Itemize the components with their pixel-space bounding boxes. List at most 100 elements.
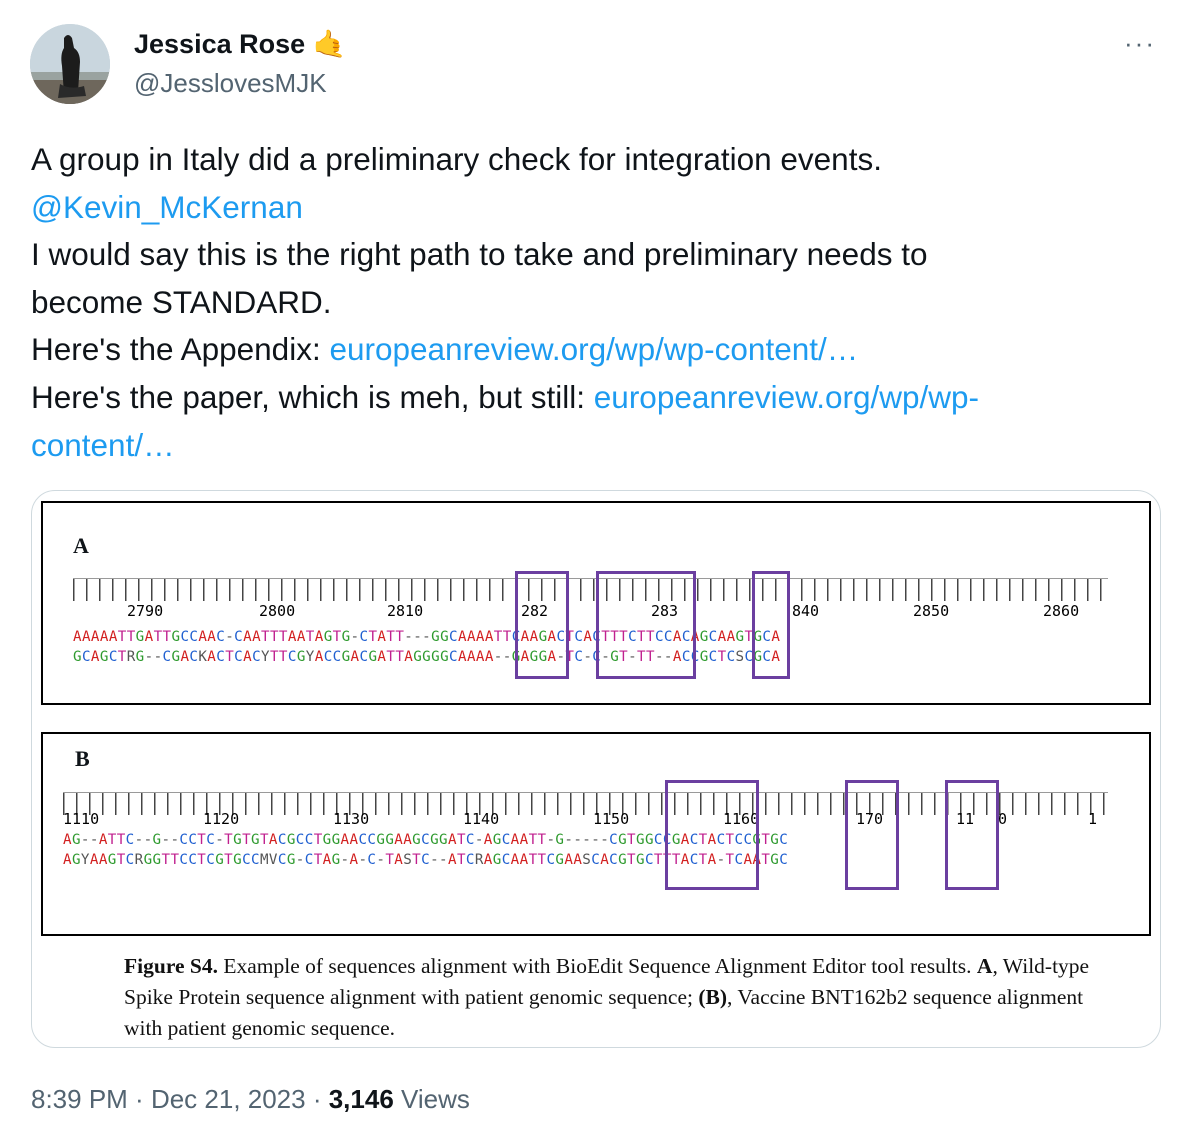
nucleotide: G — [135, 649, 145, 665]
nucleotide: C — [189, 629, 199, 645]
nucleotide: A — [314, 649, 324, 665]
nucleotide: G — [341, 649, 351, 665]
nucleotide: A — [243, 629, 253, 645]
nucleotide: C — [465, 852, 475, 868]
nucleotide: C — [189, 649, 199, 665]
paper-link[interactable]: europeanreview.org/wp/wp- — [594, 379, 979, 415]
tick-label: 1130 — [333, 810, 370, 828]
nucleotide: G — [376, 832, 386, 848]
nucleotide: G — [636, 832, 645, 848]
figure-caption: Figure S4. Example of sequences alignmen… — [124, 951, 1104, 1044]
nucleotide: A — [403, 832, 413, 848]
nucleotide: C — [332, 649, 342, 665]
nucleotide: A — [404, 649, 414, 665]
nucleotide: - — [582, 832, 592, 848]
nucleotide: G — [699, 629, 709, 645]
nucleotide: C — [304, 852, 314, 868]
tweet-date[interactable]: Dec 21, 2023 — [151, 1084, 306, 1114]
tweet-time[interactable]: 8:39 PM — [31, 1084, 128, 1114]
nucleotide: T — [305, 629, 315, 645]
avatar[interactable] — [30, 24, 110, 104]
nucleotide: G — [251, 832, 260, 848]
nucleotide: A — [475, 649, 485, 665]
tick-label: 2790 — [127, 602, 164, 620]
nucleotide: T — [313, 852, 323, 868]
nucleotide: G — [143, 852, 153, 868]
tick-label: 0 — [998, 810, 1008, 828]
nucleotide: - — [422, 629, 432, 645]
nucleotide: G — [99, 649, 109, 665]
avatar-photo-icon — [30, 24, 110, 104]
nucleotide: K — [198, 649, 208, 665]
nucleotide: Y — [305, 649, 315, 665]
nucleotide: T — [225, 649, 235, 665]
tick-label: 1150 — [593, 810, 630, 828]
nucleotide: - — [153, 649, 163, 665]
nucleotide: - — [564, 832, 574, 848]
author-name[interactable]: Jessica Rose 🤙 — [134, 28, 346, 60]
nucleotide: A — [519, 832, 529, 848]
nucleotide: A — [314, 629, 324, 645]
tweet-line: become STANDARD. — [31, 283, 332, 320]
nucleotide: T — [153, 629, 163, 645]
nucleotide: C — [188, 852, 198, 868]
nucleotide: C — [179, 832, 189, 848]
nucleotide: R — [474, 852, 484, 868]
nucleotide: C — [501, 852, 511, 868]
appendix-link[interactable]: europeanreview.org/wp/wp-content/… — [329, 331, 858, 367]
nucleotide: T — [126, 629, 136, 645]
nucleotide: T — [627, 852, 636, 868]
nucleotide: G — [440, 629, 450, 645]
nucleotide: T — [261, 629, 270, 645]
caption-b-label: (B) — [698, 985, 728, 1009]
nucleotide: A — [510, 852, 520, 868]
paper-link-continued[interactable]: content/… — [31, 427, 175, 463]
nucleotide: C — [125, 832, 135, 848]
nucleotide: A — [144, 629, 154, 645]
nucleotide: C — [323, 649, 333, 665]
nucleotide: C — [574, 629, 584, 645]
nucleotide: G — [440, 649, 450, 665]
nucleotide: A — [98, 832, 108, 848]
tick-label: 2860 — [1043, 602, 1080, 620]
nucleotide: C — [234, 629, 244, 645]
nucleotide: G — [331, 832, 341, 848]
nucleotide: C — [501, 832, 511, 848]
nucleotide: - — [376, 852, 386, 868]
nucleotide: G — [215, 852, 225, 868]
nucleotide: A — [63, 832, 72, 848]
nucleotide: T — [242, 832, 252, 848]
nucleotide: G — [439, 832, 448, 848]
author-name-text: Jessica Rose — [134, 29, 306, 59]
nucleotide: G — [71, 852, 81, 868]
nucleotide: C — [726, 649, 736, 665]
nucleotide: - — [413, 629, 423, 645]
nucleotide: - — [225, 629, 235, 645]
nucleotide: T — [385, 852, 395, 868]
nucleotide: A — [63, 852, 72, 868]
mention-link[interactable]: @Kevin_McKernan — [31, 189, 303, 225]
highlight-box — [515, 571, 569, 679]
media-image[interactable]: A 2790 2800 2810 282 283 840 2850 2860 AAAAATTG… — [31, 490, 1161, 1048]
nucleotide: Y — [80, 852, 90, 868]
separator: · — [127, 1084, 151, 1114]
author-handle[interactable]: @JesslovesMJK — [134, 68, 327, 99]
nucleotide: - — [502, 649, 512, 665]
nucleotide: C — [277, 832, 287, 848]
nucleotide: T — [197, 832, 207, 848]
nucleotide: S — [582, 852, 592, 868]
tweet-meta: 8:39 PM · Dec 21, 2023 · 3,146 Views — [31, 1084, 470, 1115]
nucleotide: C — [242, 852, 252, 868]
nucleotide: R — [126, 649, 136, 665]
nucleotide: C — [449, 649, 458, 665]
highlight-box — [665, 780, 759, 890]
nucleotide: A — [583, 629, 593, 645]
nucleotide: T — [502, 629, 512, 645]
nucleotide: - — [430, 852, 440, 868]
nucleotide: G — [135, 629, 145, 645]
tick-label: 1110 — [63, 810, 100, 828]
more-options-icon[interactable]: ··· — [1124, 28, 1156, 59]
nucleotide: A — [483, 852, 493, 868]
nucleotide: G — [233, 852, 243, 868]
nucleotide: G — [286, 852, 296, 868]
